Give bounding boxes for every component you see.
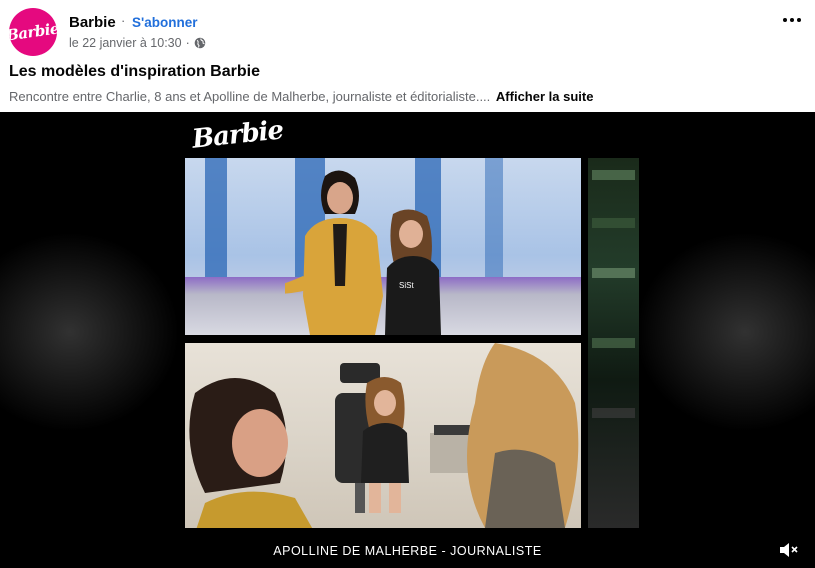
more-options-icon-dot (790, 18, 794, 22)
control-room-screen (592, 268, 635, 278)
see-more-link[interactable]: Afficher la suite (496, 89, 594, 104)
globe-icon[interactable] (194, 37, 206, 49)
mute-button[interactable] (777, 540, 801, 560)
meta-separator: · (185, 36, 190, 50)
video-caption: APOLLINE DE MALHERBE - JOURNALISTE (273, 544, 542, 558)
video-frame-makeup (185, 343, 581, 528)
control-room-screen (592, 408, 635, 418)
post-description-text: Rencontre entre Charlie, 8 ans et Apolli… (9, 89, 491, 104)
post-timestamp[interactable]: le 22 janvier à 10:30 (69, 36, 182, 50)
more-options-icon-dot (783, 18, 787, 22)
control-room-screen (592, 338, 635, 348)
control-room-screen (592, 170, 635, 180)
video-ambient-glow (0, 232, 180, 432)
subscribe-button[interactable]: S'abonner (132, 15, 197, 30)
post-header: Barbie Barbie · S'abonner le 22 janvier … (0, 0, 815, 60)
page-name-link[interactable]: Barbie (69, 14, 116, 31)
post-meta: le 22 janvier à 10:30 · (69, 36, 206, 50)
barbie-logo-icon: Barbie (9, 19, 57, 45)
dot-separator: · (121, 13, 126, 28)
page-avatar[interactable]: Barbie (9, 8, 57, 56)
video-brand-logo: Barbie (190, 115, 285, 155)
more-options-button[interactable] (777, 8, 807, 32)
post-title: Les modèles d'inspiration Barbie (9, 63, 260, 80)
svg-text:SiSt: SiSt (399, 281, 414, 290)
video-player[interactable]: Barbie SiSt APOLLINE DE MALHERBE - JOURN… (0, 112, 815, 568)
control-room-screen (592, 218, 635, 228)
video-frame-studio: SiSt (185, 158, 581, 335)
makeup-artist-figure (467, 343, 579, 528)
post-description: Rencontre entre Charlie, 8 ans et Apolli… (9, 89, 593, 104)
video-ambient-glow (635, 232, 815, 432)
volume-muted-icon (780, 543, 798, 557)
journalist-makeup-figure (189, 378, 313, 528)
more-options-icon-dot (797, 18, 801, 22)
girl-figure (361, 377, 409, 513)
girl-figure: SiSt (385, 209, 441, 335)
video-frame-side (588, 158, 639, 528)
